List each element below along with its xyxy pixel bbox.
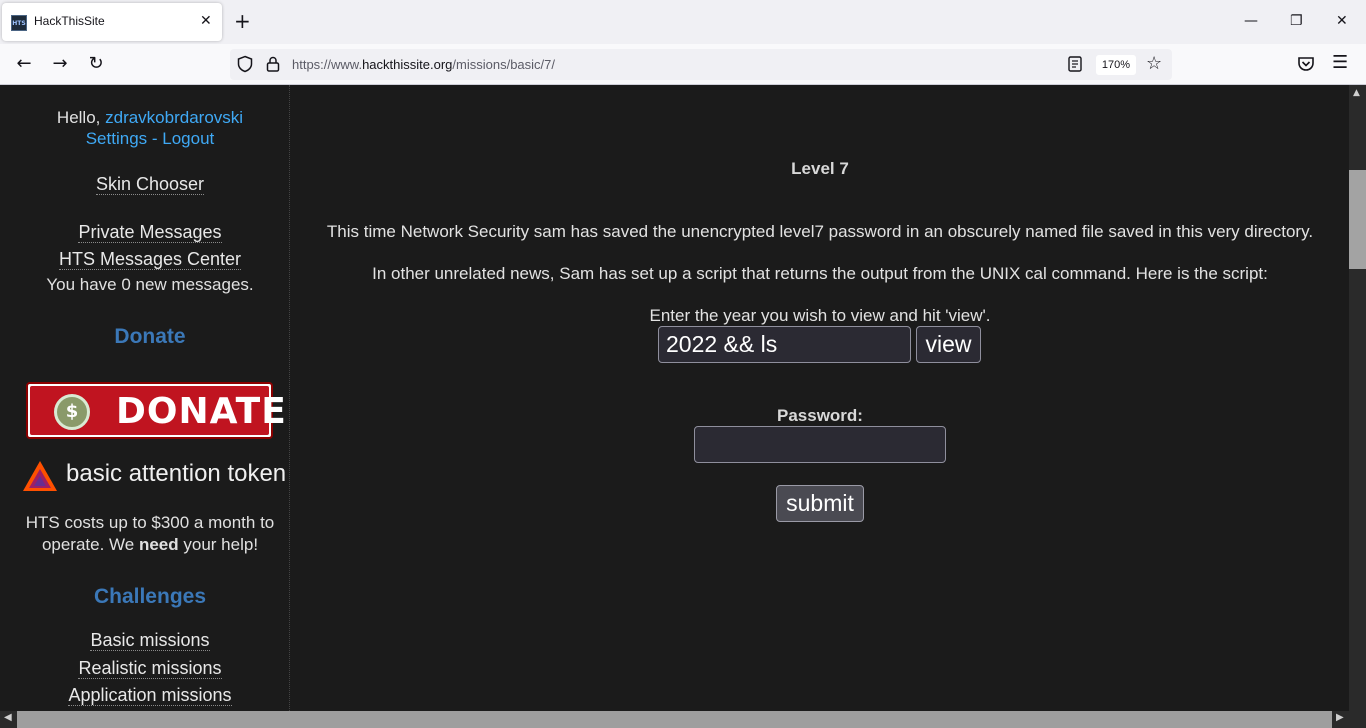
back-arrow-icon[interactable]: ← (13, 53, 35, 75)
cost-line2-bold: need (138, 535, 179, 554)
donate-banner-fill: $ DONATE (30, 386, 286, 435)
cost-line2-post: your help! (178, 535, 259, 554)
password-input[interactable] (694, 426, 946, 463)
reload-icon[interactable]: ↻ (85, 53, 107, 75)
address-bar[interactable]: https://www.hackthissite.org/missions/ba… (230, 49, 1172, 80)
url-path: /missions/basic/7/ (452, 57, 555, 72)
year-prompt-text: Enter the year you wish to view and hit … (649, 306, 991, 325)
donate-heading: Donate (114, 325, 186, 348)
dollar-symbol: $ (65, 401, 79, 422)
reader-view-icon[interactable] (1066, 55, 1084, 73)
cost-text-line1: HTS costs up to $300 a month to (25, 513, 275, 532)
settings-link[interactable]: Settings (86, 129, 147, 148)
tab-title: HackThisSite (34, 14, 105, 28)
link-separator: - (147, 129, 163, 148)
url-domain: hackthissite.org (362, 57, 453, 72)
new-messages-text: You have 0 new messages. (46, 275, 254, 294)
username-link[interactable]: zdravkobrdarovski (105, 108, 243, 127)
submit-button[interactable]: submit (776, 485, 864, 522)
cost-line2-pre: operate. We (41, 535, 139, 554)
mission-intro-text: This time Network Security sam has saved… (326, 222, 1314, 241)
minimize-icon[interactable]: — (1244, 12, 1258, 30)
scroll-up-arrow-icon[interactable]: ▲ (1353, 88, 1360, 98)
hamburger-menu-icon[interactable]: ☰ (1332, 52, 1348, 74)
horizontal-scrollbar[interactable]: ◀ ▶ (0, 711, 1366, 728)
new-tab-plus-icon[interactable]: + (234, 10, 251, 32)
url-text[interactable]: https://www.hackthissite.org/missions/ba… (292, 57, 555, 72)
skin-chooser-link[interactable]: Skin Chooser (95, 174, 205, 195)
browser-tab[interactable]: HTS HackThisSite ✕ (2, 3, 222, 41)
tracking-shield-icon[interactable] (236, 55, 254, 73)
url-prefix: https://www. (292, 57, 363, 72)
scroll-left-arrow-icon[interactable]: ◀ (4, 712, 12, 723)
tab-close-icon[interactable]: ✕ (200, 12, 212, 30)
web-page: Hello, zdravkobrdarovski Settings - Logo… (0, 85, 1349, 711)
bat-triangle-logo-icon[interactable] (22, 460, 58, 492)
greeting: Hello, zdravkobrdarovski (0, 108, 300, 128)
restore-icon[interactable]: ❐ (1290, 12, 1303, 30)
zoom-level-badge[interactable]: 170% (1096, 55, 1136, 75)
mission-news-text: In other unrelated news, Sam has set up … (372, 264, 1268, 283)
bat-wordmark[interactable]: basic attention token (66, 460, 286, 488)
window-close-icon[interactable]: ✕ (1336, 12, 1348, 30)
realistic-missions-link[interactable]: Realistic missions (78, 658, 222, 679)
private-messages-link[interactable]: Private Messages (78, 222, 222, 243)
challenges-heading: Challenges (93, 585, 207, 608)
bookmark-star-icon[interactable]: ☆ (1146, 53, 1162, 75)
year-input[interactable]: 2022 && ls (658, 326, 911, 363)
view-button[interactable]: view (916, 326, 981, 363)
dollar-coin-icon: $ (54, 394, 90, 430)
tab-strip: HTS HackThisSite ✕ + — ❐ ✕ (0, 0, 1366, 44)
account-links: Settings - Logout (0, 129, 300, 149)
forward-arrow-icon[interactable]: → (49, 53, 71, 75)
hello-label: Hello, (56, 108, 106, 127)
scroll-right-arrow-icon[interactable]: ▶ (1336, 712, 1344, 723)
level-title: Level 7 (791, 159, 849, 178)
basic-missions-link[interactable]: Basic missions (90, 630, 210, 651)
messages-center-link[interactable]: HTS Messages Center (58, 249, 242, 270)
pocket-icon[interactable] (1296, 54, 1316, 74)
donate-banner-text: DONATE (116, 391, 287, 432)
cost-text-line2: operate. We need your help! (0, 535, 300, 555)
navigation-toolbar: ← → ↻ https://www.hackthissite.org/missi… (0, 44, 1366, 85)
password-label: Password: (777, 406, 863, 425)
hts-favicon-icon: HTS (11, 15, 27, 31)
horizontal-scroll-thumb[interactable] (17, 711, 1332, 728)
scrollbar-corner (1349, 711, 1366, 728)
application-missions-link[interactable]: Application missions (68, 685, 232, 706)
mission-content: Level 7 This time Network Security sam h… (291, 85, 1349, 711)
vertical-scrollbar[interactable]: ▲ (1349, 85, 1366, 711)
vertical-scroll-thumb[interactable] (1349, 170, 1366, 269)
sidebar: Hello, zdravkobrdarovski Settings - Logo… (0, 85, 290, 711)
logout-link[interactable]: Logout (162, 129, 214, 148)
donate-banner[interactable]: $ DONATE (26, 382, 286, 439)
lock-icon[interactable] (264, 55, 282, 73)
